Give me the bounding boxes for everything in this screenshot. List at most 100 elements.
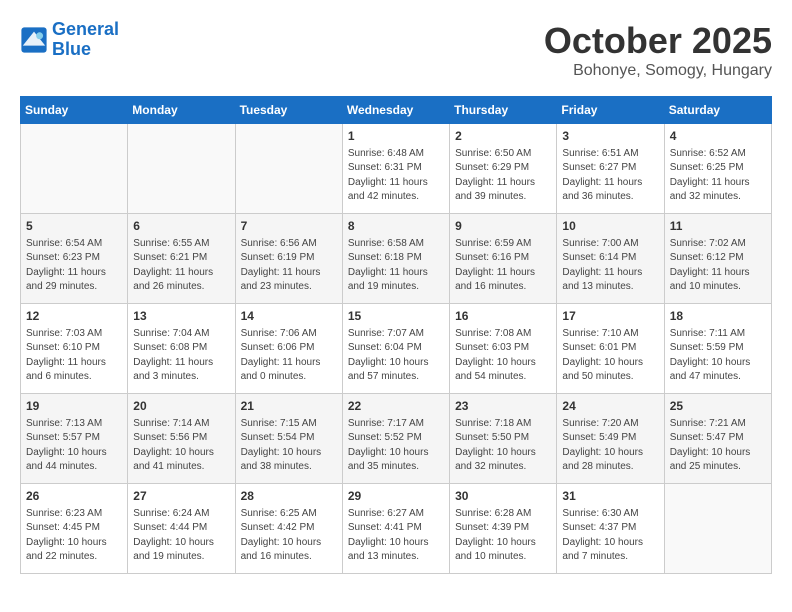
cell-details: Sunrise: 6:27 AM Sunset: 4:41 PM Dayligh…	[348, 507, 444, 565]
calendar-cell: 8 Sunrise: 6:58 AM Sunset: 6:18 PM Daylig…	[342, 214, 449, 304]
cell-details: Sunrise: 6:23 AM Sunset: 4:45 PM Dayligh…	[26, 507, 122, 565]
calendar-cell: 31 Sunrise: 6:30 AM Sunset: 4:37 PM Dayli…	[557, 484, 664, 574]
day-number: 12	[26, 308, 122, 325]
calendar-cell: 11 Sunrise: 7:02 AM Sunset: 6:12 PM Dayli…	[664, 214, 771, 304]
calendar-cell: 12 Sunrise: 7:03 AM Sunset: 6:10 PM Dayli…	[21, 304, 128, 394]
calendar-cell: 7 Sunrise: 6:56 AM Sunset: 6:19 PM Daylig…	[235, 214, 342, 304]
cell-details: Sunrise: 6:50 AM Sunset: 6:29 PM Dayligh…	[455, 147, 551, 205]
day-number: 17	[562, 308, 658, 325]
logo-general: General	[52, 19, 119, 39]
day-number: 14	[241, 308, 337, 325]
calendar-cell: 9Sunrise: 6:59 AM Sunset: 6:16 PM Daylig…	[450, 214, 557, 304]
day-number: 27	[133, 488, 229, 505]
cell-details: Sunrise: 7:13 AM Sunset: 5:57 PM Dayligh…	[26, 417, 122, 475]
day-number: 23	[455, 398, 551, 415]
calendar-week-row: 19 Sunrise: 7:13 AM Sunset: 5:57 PM Dayli…	[21, 394, 772, 484]
calendar-cell: 18 Sunrise: 7:11 AM Sunset: 5:59 PM Dayli…	[664, 304, 771, 394]
weekday-header: Tuesday	[235, 97, 342, 124]
month-title: October 2025	[544, 20, 772, 62]
day-number: 28	[241, 488, 337, 505]
calendar-cell: 1 Sunrise: 6:48 AM Sunset: 6:31 PM Daylig…	[342, 124, 449, 214]
cell-details: Sunrise: 6:52 AM Sunset: 6:25 PM Dayligh…	[670, 147, 766, 205]
day-number: 3	[562, 128, 658, 145]
cell-details: Sunrise: 7:18 AM Sunset: 5:50 PM Dayligh…	[455, 417, 551, 475]
calendar-cell: 10 Sunrise: 7:00 AM Sunset: 6:14 PM Dayli…	[557, 214, 664, 304]
cell-details: Sunrise: 7:14 AM Sunset: 5:56 PM Dayligh…	[133, 417, 229, 475]
calendar-cell: 3 Sunrise: 6:51 AM Sunset: 6:27 PM Daylig…	[557, 124, 664, 214]
cell-details: Sunrise: 7:20 AM Sunset: 5:49 PM Dayligh…	[562, 417, 658, 475]
weekday-header: Sunday	[21, 97, 128, 124]
day-number: 18	[670, 308, 766, 325]
day-number: 2	[455, 128, 551, 145]
day-number: 4	[670, 128, 766, 145]
cell-details: Sunrise: 7:17 AM Sunset: 5:52 PM Dayligh…	[348, 417, 444, 475]
cell-details: Sunrise: 7:11 AM Sunset: 5:59 PM Dayligh…	[670, 327, 766, 385]
day-number: 26	[26, 488, 122, 505]
cell-details: Sunrise: 7:08 AM Sunset: 6:03 PM Dayligh…	[455, 327, 551, 385]
cell-details: Sunrise: 6:58 AM Sunset: 6:18 PM Dayligh…	[348, 237, 444, 295]
cell-details: Sunrise: 6:54 AM Sunset: 6:23 PM Dayligh…	[26, 237, 122, 295]
calendar-cell	[128, 124, 235, 214]
day-number: 9	[455, 218, 551, 235]
calendar-cell: 25 Sunrise: 7:21 AM Sunset: 5:47 PM Dayli…	[664, 394, 771, 484]
day-number: 19	[26, 398, 122, 415]
cell-details: Sunrise: 7:03 AM Sunset: 6:10 PM Dayligh…	[26, 327, 122, 385]
day-number: 21	[241, 398, 337, 415]
calendar-week-row: 26 Sunrise: 6:23 AM Sunset: 4:45 PM Dayli…	[21, 484, 772, 574]
calendar-cell: 23 Sunrise: 7:18 AM Sunset: 5:50 PM Dayli…	[450, 394, 557, 484]
calendar-cell: 28 Sunrise: 6:25 AM Sunset: 4:42 PM Dayli…	[235, 484, 342, 574]
calendar-cell: 27 Sunrise: 6:24 AM Sunset: 4:44 PM Dayli…	[128, 484, 235, 574]
cell-details: Sunrise: 7:15 AM Sunset: 5:54 PM Dayligh…	[241, 417, 337, 475]
calendar-cell: 20 Sunrise: 7:14 AM Sunset: 5:56 PM Dayli…	[128, 394, 235, 484]
calendar-cell: 26 Sunrise: 6:23 AM Sunset: 4:45 PM Dayli…	[21, 484, 128, 574]
cell-details: Sunrise: 7:04 AM Sunset: 6:08 PM Dayligh…	[133, 327, 229, 385]
day-number: 10	[562, 218, 658, 235]
calendar-week-row: 1 Sunrise: 6:48 AM Sunset: 6:31 PM Daylig…	[21, 124, 772, 214]
day-number: 11	[670, 218, 766, 235]
cell-details: Sunrise: 6:24 AM Sunset: 4:44 PM Dayligh…	[133, 507, 229, 565]
cell-details: Sunrise: 6:28 AM Sunset: 4:39 PM Dayligh…	[455, 507, 551, 565]
calendar-cell: 4 Sunrise: 6:52 AM Sunset: 6:25 PM Daylig…	[664, 124, 771, 214]
cell-details: Sunrise: 6:56 AM Sunset: 6:19 PM Dayligh…	[241, 237, 337, 295]
day-number: 29	[348, 488, 444, 505]
day-number: 30	[455, 488, 551, 505]
day-number: 24	[562, 398, 658, 415]
calendar-week-row: 12 Sunrise: 7:03 AM Sunset: 6:10 PM Dayli…	[21, 304, 772, 394]
cell-details: Sunrise: 6:30 AM Sunset: 4:37 PM Dayligh…	[562, 507, 658, 565]
cell-details: Sunrise: 6:51 AM Sunset: 6:27 PM Dayligh…	[562, 147, 658, 205]
calendar-cell: 15 Sunrise: 7:07 AM Sunset: 6:04 PM Dayli…	[342, 304, 449, 394]
calendar-cell: 2 Sunrise: 6:50 AM Sunset: 6:29 PM Daylig…	[450, 124, 557, 214]
cell-details: Sunrise: 7:10 AM Sunset: 6:01 PM Dayligh…	[562, 327, 658, 385]
cell-details: Sunrise: 7:02 AM Sunset: 6:12 PM Dayligh…	[670, 237, 766, 295]
logo-blue: Blue	[52, 39, 91, 59]
calendar-cell: 16Sunrise: 7:08 AM Sunset: 6:03 PM Dayli…	[450, 304, 557, 394]
logo: General Blue	[20, 20, 119, 60]
calendar-cell: 29 Sunrise: 6:27 AM Sunset: 4:41 PM Dayli…	[342, 484, 449, 574]
day-number: 22	[348, 398, 444, 415]
calendar-cell	[664, 484, 771, 574]
cell-details: Sunrise: 7:07 AM Sunset: 6:04 PM Dayligh…	[348, 327, 444, 385]
cell-details: Sunrise: 6:25 AM Sunset: 4:42 PM Dayligh…	[241, 507, 337, 565]
cell-details: Sunrise: 6:48 AM Sunset: 6:31 PM Dayligh…	[348, 147, 444, 205]
day-number: 31	[562, 488, 658, 505]
calendar-cell: 24 Sunrise: 7:20 AM Sunset: 5:49 PM Dayli…	[557, 394, 664, 484]
calendar-table: SundayMondayTuesdayWednesdayThursdayFrid…	[20, 96, 772, 574]
cell-details: Sunrise: 7:00 AM Sunset: 6:14 PM Dayligh…	[562, 237, 658, 295]
calendar-cell: 17 Sunrise: 7:10 AM Sunset: 6:01 PM Dayli…	[557, 304, 664, 394]
day-number: 7	[241, 218, 337, 235]
day-number: 20	[133, 398, 229, 415]
day-number: 8	[348, 218, 444, 235]
calendar-cell: 19 Sunrise: 7:13 AM Sunset: 5:57 PM Dayli…	[21, 394, 128, 484]
calendar-cell: 14Sunrise: 7:06 AM Sunset: 6:06 PM Dayli…	[235, 304, 342, 394]
day-number: 13	[133, 308, 229, 325]
day-number: 1	[348, 128, 444, 145]
day-number: 15	[348, 308, 444, 325]
calendar-cell	[21, 124, 128, 214]
cell-details: Sunrise: 7:21 AM Sunset: 5:47 PM Dayligh…	[670, 417, 766, 475]
day-number: 6	[133, 218, 229, 235]
header-row: SundayMondayTuesdayWednesdayThursdayFrid…	[21, 97, 772, 124]
calendar-week-row: 5Sunrise: 6:54 AM Sunset: 6:23 PM Daylig…	[21, 214, 772, 304]
calendar-cell	[235, 124, 342, 214]
location-subtitle: Bohonye, Somogy, Hungary	[544, 62, 772, 80]
day-number: 25	[670, 398, 766, 415]
